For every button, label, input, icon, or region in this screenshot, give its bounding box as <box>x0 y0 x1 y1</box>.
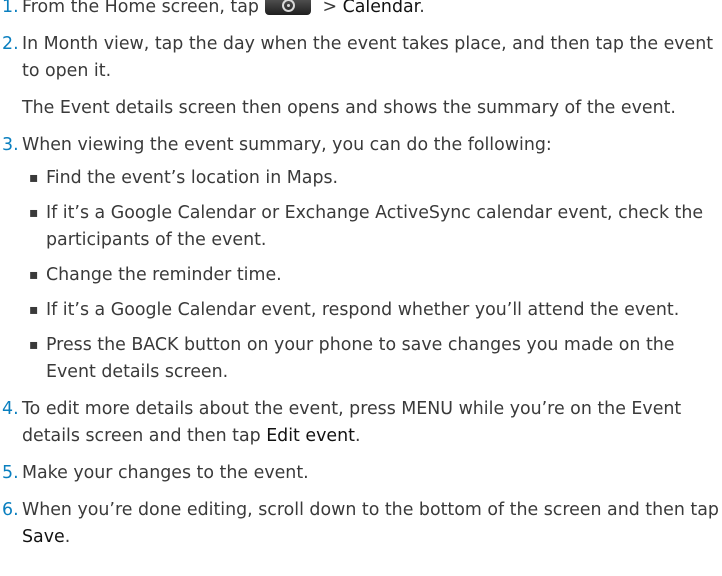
bullet-icon: ▪ <box>29 302 39 318</box>
step-text: When you’re done editing, scroll down to… <box>22 500 719 547</box>
step-text: In Month view, tap the day when the even… <box>22 34 714 81</box>
bullet-icon: ▪ <box>29 337 39 353</box>
step-number: 3. <box>2 135 19 155</box>
bullet-icon: ▪ <box>29 170 39 186</box>
bullet-item: ▪ If it’s a Google Calendar event, respon… <box>22 297 722 324</box>
step-text: From the Home screen, tap > Calendar. <box>22 0 722 21</box>
bullet-item: ▪ Press the BACK button on your phone to … <box>22 332 722 386</box>
step-number: 2. <box>2 34 19 54</box>
instructions-page: 1. From the Home screen, tap > Calendar.… <box>0 0 722 551</box>
step-text: To edit more details about the event, pr… <box>22 399 682 446</box>
step-number: 1. <box>2 0 19 17</box>
step-number: 4. <box>2 399 19 419</box>
all-apps-icon <box>264 0 311 15</box>
step-5: 5. Make your changes to the event. <box>0 460 722 487</box>
bullet-icon: ▪ <box>29 205 39 221</box>
step-6: 6. When you’re done editing, scroll down… <box>0 497 722 551</box>
step-1: 1. From the Home screen, tap > Calendar. <box>0 0 722 21</box>
step-number: 5. <box>2 463 19 483</box>
bullet-item: ▪ Find the event’s location in Maps. <box>22 165 722 192</box>
bullet-item: ▪ If it’s a Google Calendar or Exchange A… <box>22 200 722 254</box>
step-text: When viewing the event summary, you can … <box>22 135 552 155</box>
step-subtext: The Event details screen then opens and … <box>22 98 676 118</box>
calendar-term: Calendar <box>342 0 420 17</box>
save-term: Save <box>22 527 65 547</box>
bullet-icon: ▪ <box>29 267 39 283</box>
step-text: Make your changes to the event. <box>22 463 309 483</box>
step-4: 4. To edit more details about the event,… <box>0 396 722 450</box>
all-apps-icon-dot <box>286 4 290 7</box>
step-2: 2. In Month view, tap the day when the e… <box>0 31 722 122</box>
step-number: 6. <box>2 500 19 520</box>
edit-event-term: Edit event <box>266 426 355 446</box>
bullet-list: ▪ Find the event’s location in Maps. ▪ If … <box>22 165 722 386</box>
bullet-item: ▪ Change the reminder time. <box>22 262 722 289</box>
step-3: 3. When viewing the event summary, you c… <box>0 132 722 386</box>
